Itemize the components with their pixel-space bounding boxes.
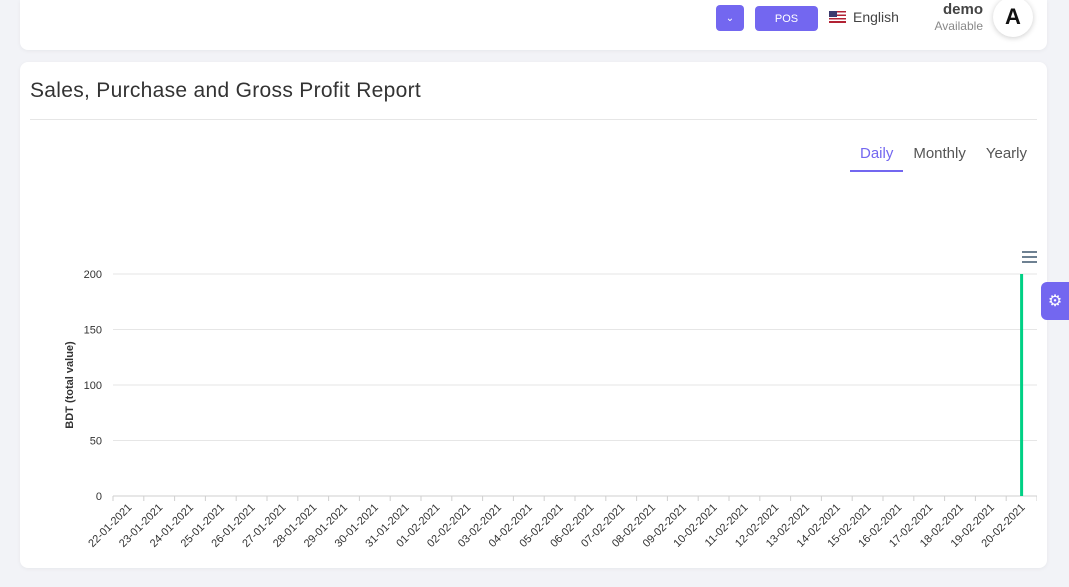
- top-navbar: ⌄ POS English demo Available A: [20, 0, 1047, 50]
- user-name: demo: [942, 1, 983, 18]
- dropdown-button[interactable]: ⌄: [716, 5, 744, 31]
- tab-yearly[interactable]: Yearly: [976, 141, 1037, 172]
- chart-menu-icon[interactable]: [1022, 251, 1037, 263]
- tab-daily[interactable]: Daily: [849, 141, 904, 172]
- page-title: Sales, Purchase and Gross Profit Report: [30, 79, 422, 102]
- gear-icon: ⚙: [1047, 293, 1063, 310]
- tab-monthly[interactable]: Monthly: [903, 141, 976, 172]
- bar-purchase: [1020, 274, 1024, 496]
- language-label: English: [853, 9, 899, 25]
- y-axis-title: BDT (total value): [64, 341, 76, 429]
- chevron-down-icon: ⌄: [725, 12, 735, 24]
- divider: [30, 119, 1037, 120]
- report-card: Sales, Purchase and Gross Profit Report …: [20, 62, 1047, 568]
- user-status: Available: [934, 19, 983, 33]
- avatar[interactable]: A: [993, 0, 1033, 37]
- language-selector[interactable]: English: [829, 9, 899, 25]
- pos-button[interactable]: POS: [755, 6, 818, 31]
- period-tabs: Daily Monthly Yearly: [849, 141, 1037, 172]
- y-tick-label: 200: [84, 269, 102, 281]
- us-flag-icon: [829, 11, 846, 23]
- y-tick-label: 150: [84, 325, 102, 337]
- report-chart: 050100150200BDT (total value)22-01-20212…: [64, 251, 1037, 550]
- user-info[interactable]: demo Available: [915, 1, 983, 33]
- y-tick-label: 100: [84, 380, 102, 392]
- y-tick-label: 50: [90, 436, 102, 448]
- settings-button[interactable]: ⚙: [1041, 282, 1069, 320]
- y-tick-label: 0: [96, 491, 102, 503]
